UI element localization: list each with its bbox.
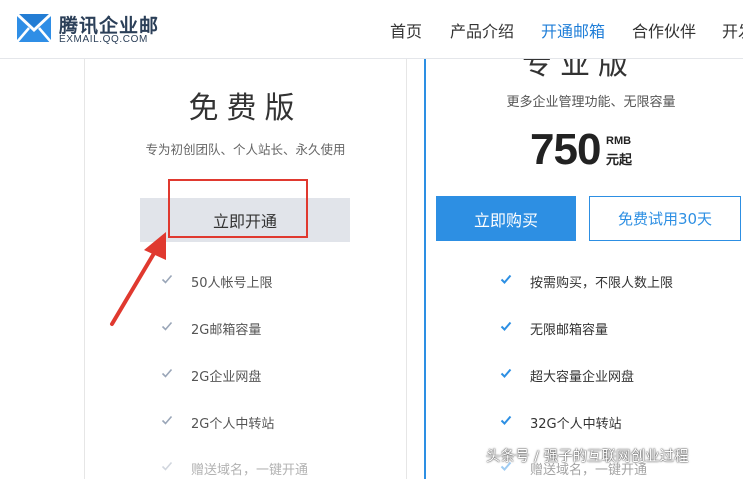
free-plan-title: 免费版: [188, 91, 303, 126]
nav-open-mailbox[interactable]: 开通邮箱: [541, 18, 605, 42]
check-icon: [500, 274, 512, 284]
pro-feature-text: 按需购买，不限人数上限: [530, 276, 674, 291]
main-nav: 首页 产品介绍 开通邮箱 合作伙伴 开发: [0, 0, 743, 58]
check-icon: [500, 415, 512, 425]
free-feature-text: 2G邮箱容量: [191, 323, 262, 338]
free-plan-subtitle: 专为初创团队、个人站长、永久使用: [145, 142, 346, 157]
nav-partners[interactable]: 合作伙伴: [632, 18, 696, 42]
nav-developers[interactable]: 开发: [722, 18, 743, 42]
buy-now-button[interactable]: 立即购买: [436, 196, 576, 241]
price-currency: RMB: [606, 135, 632, 147]
pro-plan-card: 专业版 更多企业管理功能、无限容量 750 RMB 元起 立即购买 免费试用30…: [424, 47, 743, 479]
site-header: 腾讯企业邮 EXMAIL.QQ.COM 首页 产品介绍 开通邮箱 合作伙伴 开发: [0, 0, 743, 59]
nav-home[interactable]: 首页: [390, 18, 422, 42]
free-feature-text: 2G企业网盘: [191, 370, 262, 385]
free-feature-text: 赠送域名，一键开通: [191, 463, 309, 478]
pro-feature-text: 32G个人中转站: [530, 417, 622, 432]
free-feature-text: 50人帐号上限: [191, 276, 273, 291]
pro-feature-text: 超大容量企业网盘: [530, 370, 635, 385]
nav-product-intro[interactable]: 产品介绍: [450, 18, 514, 42]
annotation-highlight-box: [168, 179, 308, 238]
check-icon: [161, 368, 173, 378]
free-trial-button[interactable]: 免费试用30天: [589, 196, 741, 241]
watermark-text: 头条号 / 强子的互联网创业过程: [486, 449, 689, 465]
pro-plan-subtitle: 更多企业管理功能、无限容量: [506, 95, 676, 110]
price-amount: 750: [530, 125, 601, 174]
free-feature-text: 2G个人中转站: [191, 417, 275, 432]
check-icon: [500, 321, 512, 331]
check-icon: [161, 415, 173, 425]
pro-feature-text: 无限邮箱容量: [530, 323, 609, 338]
check-icon: [161, 461, 173, 471]
check-icon: [500, 368, 512, 378]
annotation-arrow-icon: [110, 232, 166, 326]
price-unit: 元起: [606, 153, 633, 168]
